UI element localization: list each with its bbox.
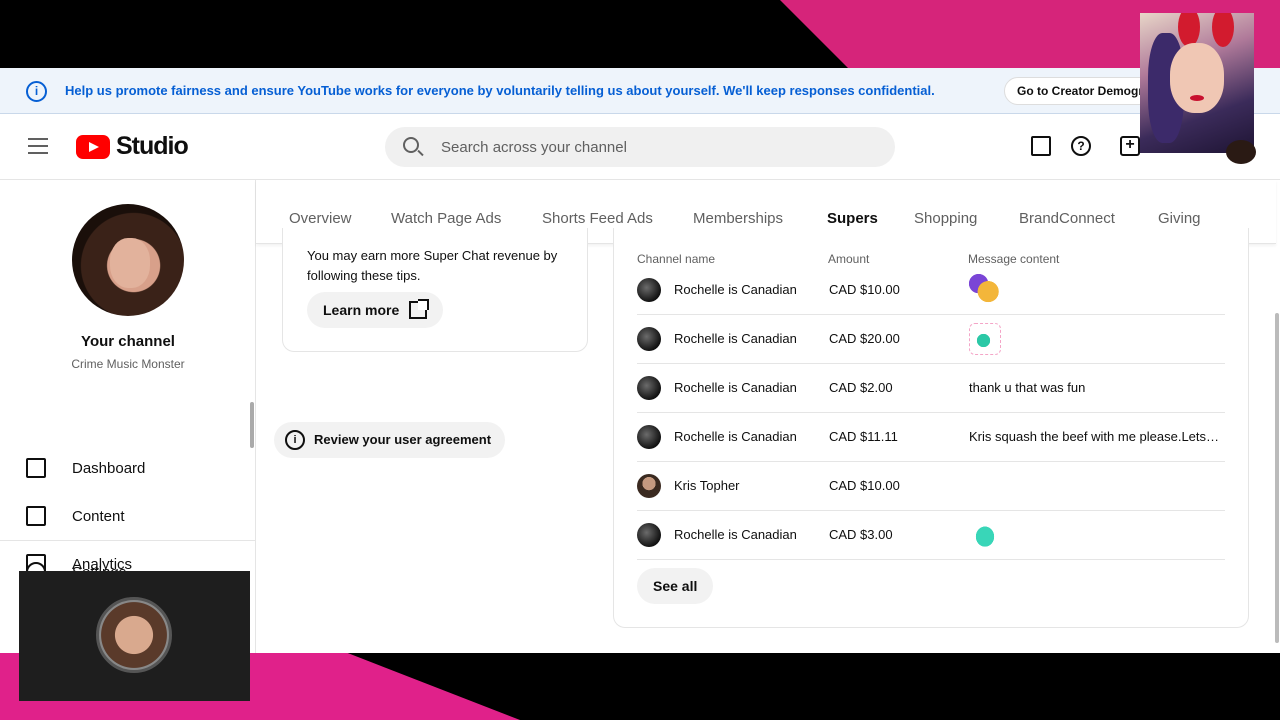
search-input[interactable] — [441, 127, 871, 167]
bunny-ear-right — [1212, 13, 1234, 47]
sidebar-item-label: Dashboard — [72, 459, 146, 477]
webcam-avatar — [96, 597, 172, 673]
avatar[interactable] — [637, 523, 661, 547]
menu-icon[interactable] — [28, 138, 48, 154]
avatar[interactable] — [637, 425, 661, 449]
row-channel-name[interactable]: Rochelle is Canadian — [674, 429, 797, 444]
avatar[interactable] — [637, 327, 661, 351]
row-message: thank u that was fun — [969, 380, 1086, 395]
row-channel-name[interactable]: Rochelle is Canadian — [674, 527, 797, 542]
row-amount: CAD $11.11 — [829, 429, 898, 444]
main-scrollbar[interactable] — [1275, 313, 1279, 643]
bunny-ear-left — [1178, 13, 1200, 47]
your-channel-label: Your channel — [81, 333, 175, 350]
sticker-image — [969, 323, 1001, 355]
account-avatar[interactable] — [1226, 140, 1256, 164]
row-message: Kris squash the beef with me please.Lets… — [969, 429, 1221, 444]
creator-demographics-button[interactable]: Go to Creator Demogra — [1004, 77, 1154, 105]
table-row: Rochelle is Canadian CAD $20.00 — [637, 315, 1225, 364]
row-channel-name[interactable]: Kris Topher — [674, 478, 740, 493]
row-amount: CAD $2.00 — [829, 380, 893, 395]
row-amount: CAD $3.00 — [829, 527, 893, 542]
youtube-studio-window: i Help us promote fairness and ensure Yo… — [0, 68, 1280, 653]
webcam-overlay-bottom — [19, 571, 250, 701]
tab-giving[interactable]: Giving — [1158, 210, 1201, 227]
feedback-icon[interactable] — [1031, 136, 1051, 156]
review-agreement-label: Review your user agreement — [314, 432, 492, 447]
row-amount: CAD $10.00 — [829, 478, 900, 493]
studio-header: Studio ? + — [0, 114, 1280, 180]
webcam-face — [1170, 43, 1224, 113]
sidebar-item-label: Content — [72, 507, 125, 525]
column-header-channel: Channel name — [637, 252, 716, 266]
row-channel-name[interactable]: Rochelle is Canadian — [674, 282, 797, 297]
tips-card: You may earn more Super Chat revenue by … — [282, 228, 588, 352]
row-channel-name[interactable]: Rochelle is Canadian — [674, 380, 797, 395]
search-bar[interactable] — [385, 127, 895, 167]
tab-shorts-feed-ads[interactable]: Shorts Feed Ads — [542, 210, 653, 227]
youtube-logo-icon — [76, 134, 110, 159]
create-icon[interactable]: + — [1120, 136, 1140, 156]
row-channel-name[interactable]: Rochelle is Canadian — [674, 331, 797, 346]
table-row: Rochelle is Canadian CAD $2.00 thank u t… — [637, 364, 1225, 413]
content-icon — [26, 506, 46, 526]
studio-logo[interactable]: Studio — [76, 132, 189, 161]
tab-memberships[interactable]: Memberships — [693, 210, 783, 227]
sidebar-item-content[interactable]: Content — [0, 494, 250, 538]
tab-shopping[interactable]: Shopping — [914, 210, 977, 227]
table-row: Rochelle is Canadian CAD $3.00 — [637, 511, 1225, 560]
tab-brandconnect[interactable]: BrandConnect — [1019, 210, 1115, 227]
table-row: Rochelle is Canadian CAD $10.00 — [637, 266, 1225, 315]
sticker-image — [969, 519, 1001, 551]
see-all-button[interactable]: See all — [637, 568, 714, 604]
external-link-icon — [409, 299, 430, 319]
tab-watch-page-ads[interactable]: Watch Page Ads — [391, 210, 501, 227]
row-amount: CAD $10.00 — [829, 282, 900, 297]
info-icon: i — [285, 430, 305, 450]
help-icon[interactable]: ? — [1071, 136, 1091, 156]
channel-name: Crime Music Monster — [71, 357, 185, 371]
avatar[interactable] — [637, 376, 661, 400]
banner-message: Help us promote fairness and ensure YouT… — [65, 83, 935, 98]
studio-logo-text: Studio — [116, 132, 189, 160]
column-header-message: Message content — [968, 252, 1060, 266]
tips-text: You may earn more Super Chat revenue by … — [307, 248, 558, 283]
learn-more-label: Learn more — [323, 302, 400, 318]
sidebar-divider — [0, 540, 256, 541]
avatar[interactable] — [637, 474, 661, 498]
info-icon: i — [26, 81, 47, 102]
sidebar-scrollbar[interactable] — [250, 402, 254, 448]
sticker-image — [969, 274, 1001, 306]
search-icon[interactable] — [403, 137, 419, 153]
avatar[interactable] — [637, 278, 661, 302]
review-agreement-button[interactable]: i Review your user agreement — [274, 422, 506, 458]
table-row: Kris Topher CAD $10.00 — [637, 462, 1225, 511]
learn-more-button[interactable]: Learn more — [307, 292, 444, 328]
webcam-overlay-top — [1140, 13, 1254, 153]
dashboard-icon — [26, 458, 46, 478]
tab-overview[interactable]: Overview — [289, 210, 352, 227]
channel-avatar[interactable] — [72, 204, 184, 316]
webcam-lips — [1190, 95, 1204, 101]
column-header-amount: Amount — [828, 252, 870, 266]
tab-supers[interactable]: Supers — [827, 210, 878, 227]
supers-table: Channel name Amount Message content Roch… — [613, 228, 1249, 628]
demographics-banner: i Help us promote fairness and ensure Yo… — [0, 68, 1280, 114]
sidebar-item-dashboard[interactable]: Dashboard — [0, 446, 250, 490]
table-row: Rochelle is Canadian CAD $11.11 Kris squ… — [637, 413, 1225, 462]
row-amount: CAD $20.00 — [829, 331, 900, 346]
